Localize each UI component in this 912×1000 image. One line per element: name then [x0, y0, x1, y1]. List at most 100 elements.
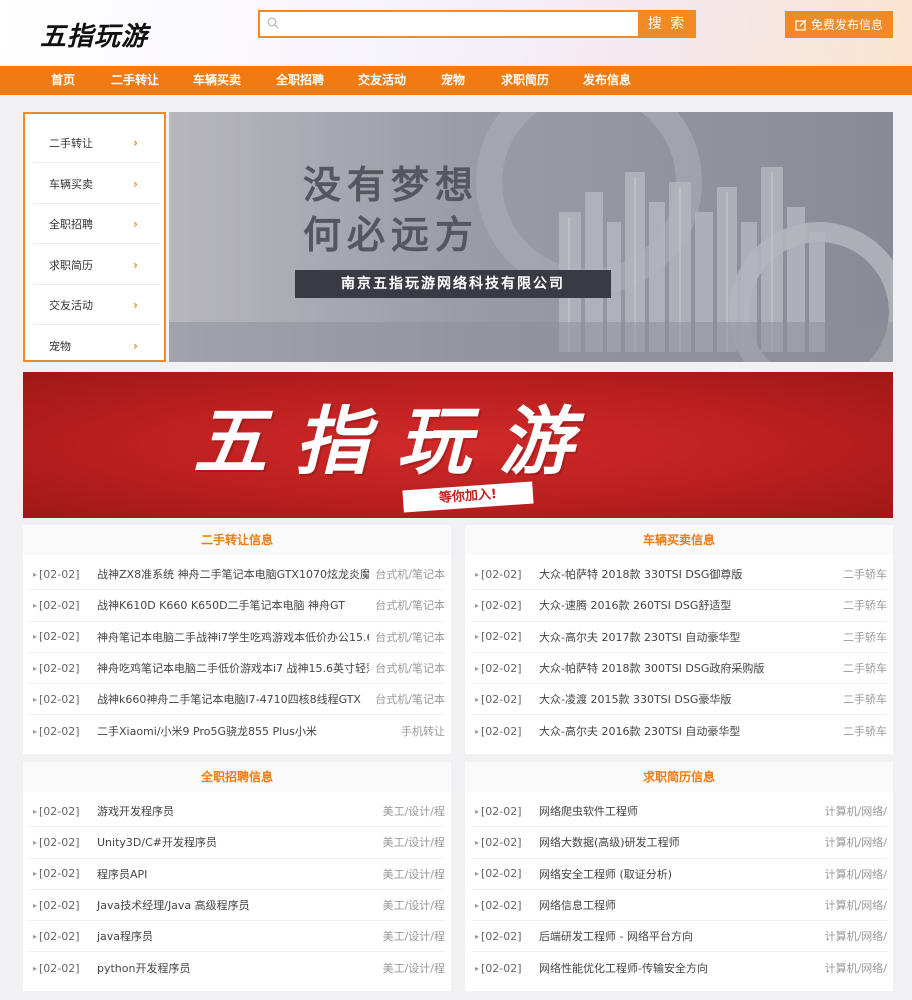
list-item[interactable]: ▸ [02-02] 程序员API 美工/设计/程: [29, 859, 445, 890]
list-item[interactable]: ▸ [02-02] 大众-帕萨特 2018款 330TSI DSG御尊版 二手轿车: [471, 559, 887, 591]
item-title[interactable]: 网络性能优化工程师-传输安全方向: [531, 960, 819, 976]
search-button[interactable]: 搜 索: [638, 10, 696, 38]
item-date: [02-02]: [39, 867, 80, 881]
list-item[interactable]: ▸ [02-02] java程序员 美工/设计/程: [29, 921, 445, 953]
list-item[interactable]: ▸ [02-02] 大众-凌渡 2015款 330TSI DSG豪华版 二手轿车: [471, 684, 887, 716]
side-item-pets[interactable]: 宠物 ›: [33, 326, 160, 366]
item-title[interactable]: 战神ZX8准系统 神舟二手笔记本电脑GTX1070炫龙炎魔T: [89, 566, 369, 582]
item-title[interactable]: 网络信息工程师: [531, 897, 819, 913]
item-title[interactable]: 大众-高尔夫 2017款 230TSI 自动豪华型: [531, 629, 837, 645]
nav-item-social[interactable]: 交友活动: [358, 66, 406, 95]
item-title[interactable]: 网络安全工程师 (取证分析): [531, 866, 819, 882]
item-category: 计算机/网络/: [824, 805, 887, 819]
list-item[interactable]: ▸ [02-02] 战神k660神舟二手笔记本电脑I7-4710四核8线程GTX 台式…: [29, 684, 445, 716]
item-title[interactable]: 大众-速腾 2016款 260TSI DSG舒适型: [531, 597, 837, 613]
item-title[interactable]: 神舟吃鸡笔记本电脑二手低价游戏本i7 战神15.6英寸轻薄便: [89, 660, 369, 676]
banner-line2: 何必远方: [303, 212, 480, 257]
item-category: 美工/设计/程: [382, 930, 445, 944]
chevron-right-icon: ›: [133, 297, 138, 312]
list-item[interactable]: ▸ [02-02] 后端研发工程师 - 网络平台方向 计算机/网络/: [471, 921, 887, 953]
list-item[interactable]: ▸ [02-02] Java技术经理/Java 高级程序员 美工/设计/程: [29, 890, 445, 922]
list-item[interactable]: ▸ [02-02] 网络性能优化工程师-传输安全方向 计算机/网络/: [471, 952, 887, 983]
list-item[interactable]: ▸ [02-02] 大众-高尔夫 2016款 230TSI 自动豪华型 二手轿车: [471, 715, 887, 746]
item-category: 二手轿车: [843, 599, 887, 613]
publish-button[interactable]: 免费发布信息: [785, 11, 893, 38]
search-input[interactable]: [258, 10, 639, 38]
list-item[interactable]: ▸ [02-02] python开发程序员 美工/设计/程: [29, 952, 445, 983]
side-item-social[interactable]: 交友活动 ›: [33, 285, 160, 325]
item-title[interactable]: 网络大数据(高级)研发工程师: [531, 834, 819, 850]
list-item[interactable]: ▸ [02-02] Unity3D/C#开发程序员 美工/设计/程: [29, 827, 445, 859]
bullet-icon: ▸: [475, 900, 480, 910]
bullet-icon: ▸: [475, 569, 480, 579]
promo-banner[interactable]: 五指玩游 等你加入!: [23, 372, 893, 518]
bullet-icon: ▸: [475, 869, 480, 879]
hero-banner[interactable]: 没有梦想 何必远方 南京五指玩游网络科技有限公司: [169, 112, 893, 362]
item-title[interactable]: Unity3D/C#开发程序员: [89, 834, 377, 850]
list-item[interactable]: ▸ [02-02] 网络爬虫软件工程师 计算机/网络/: [471, 796, 887, 828]
item-category: 台式机/笔记本: [375, 599, 445, 613]
publish-button-label: 免费发布信息: [810, 18, 883, 32]
list-item[interactable]: ▸ [02-02] 神舟笔记本电脑二手战神i7学生吃鸡游戏本低价办公15.6寸轻 台式…: [29, 622, 445, 653]
list-item[interactable]: ▸ [02-02] 大众-帕萨特 2018款 300TSI DSG政府采购版 二手轿车: [471, 653, 887, 685]
bullet-icon: ▸: [33, 963, 38, 973]
side-item-resumes[interactable]: 求职简历 ›: [33, 245, 160, 285]
list-item[interactable]: ▸ [02-02] 战神ZX8准系统 神舟二手笔记本电脑GTX1070炫龙炎魔T 台式…: [29, 559, 445, 591]
list-item[interactable]: ▸ [02-02] 网络信息工程师 计算机/网络/: [471, 890, 887, 922]
search-bar: 搜 索: [258, 10, 696, 38]
list-item[interactable]: ▸ [02-02] 大众-高尔夫 2017款 230TSI 自动豪华型 二手轿车: [471, 622, 887, 653]
nav-item-pets[interactable]: 宠物: [441, 66, 465, 95]
list-item[interactable]: ▸ [02-02] 游戏开发程序员 美工/设计/程: [29, 796, 445, 828]
item-title[interactable]: Java技术经理/Java 高级程序员: [89, 897, 377, 913]
side-item-label: 求职简历: [49, 258, 93, 272]
item-title[interactable]: 程序员API: [89, 866, 377, 882]
panel-title[interactable]: 二手转让信息: [23, 525, 451, 555]
panel-title[interactable]: 全职招聘信息: [23, 762, 451, 792]
item-title[interactable]: 大众-帕萨特 2018款 300TSI DSG政府采购版: [531, 660, 837, 676]
bullet-icon: ▸: [33, 726, 38, 736]
item-category: 美工/设计/程: [382, 805, 445, 819]
side-item-secondhand[interactable]: 二手转让 ›: [33, 123, 160, 163]
nav-item-jobs[interactable]: 全职招聘: [276, 66, 324, 95]
list-item[interactable]: ▸ [02-02] 战神K610D K660 K650D二手笔记本电脑 神舟GT 台式…: [29, 590, 445, 622]
site-header: 五指玩游 搜 索 免费发布信息: [0, 0, 912, 66]
item-date: [02-02]: [39, 630, 80, 644]
panel-title[interactable]: 求职简历信息: [465, 762, 893, 792]
item-category: 美工/设计/程: [382, 962, 445, 976]
item-title[interactable]: 二手Xiaomi/小米9 Pro5G骁龙855 Plus小米: [89, 723, 395, 739]
item-title[interactable]: 神舟笔记本电脑二手战神i7学生吃鸡游戏本低价办公15.6寸轻: [89, 629, 369, 645]
nav-item-vehicles[interactable]: 车辆买卖: [193, 66, 241, 95]
item-title[interactable]: 大众-高尔夫 2016款 230TSI 自动豪华型: [531, 723, 837, 739]
site-logo[interactable]: 五指玩游: [40, 16, 148, 53]
list-item[interactable]: ▸ [02-02] 二手Xiaomi/小米9 Pro5G骁龙855 Plus小米 手机…: [29, 715, 445, 746]
panel-title[interactable]: 车辆买卖信息: [465, 525, 893, 555]
side-item-jobs[interactable]: 全职招聘 ›: [33, 204, 160, 244]
nav-item-publish[interactable]: 发布信息: [583, 66, 631, 95]
item-title[interactable]: 大众-帕萨特 2018款 330TSI DSG御尊版: [531, 566, 837, 582]
item-category: 计算机/网络/: [824, 962, 887, 976]
list-item[interactable]: ▸ [02-02] 网络大数据(高级)研发工程师 计算机/网络/: [471, 827, 887, 859]
item-title[interactable]: 网络爬虫软件工程师: [531, 803, 819, 819]
list-item[interactable]: ▸ [02-02] 网络安全工程师 (取证分析) 计算机/网络/: [471, 859, 887, 890]
panel-jobs: 全职招聘信息 ▸ [02-02] 游戏开发程序员 美工/设计/程 ▸ [02-02] Un…: [23, 762, 451, 991]
nav-item-resumes[interactable]: 求职简历: [501, 66, 549, 95]
bullet-icon: ▸: [33, 806, 38, 816]
item-category: 计算机/网络/: [824, 899, 887, 913]
item-title[interactable]: python开发程序员: [89, 960, 377, 976]
bullet-icon: ▸: [475, 931, 480, 941]
item-title[interactable]: 大众-凌渡 2015款 330TSI DSG豪华版: [531, 691, 837, 707]
side-item-vehicles[interactable]: 车辆买卖 ›: [33, 164, 160, 204]
nav-item-secondhand[interactable]: 二手转让: [111, 66, 159, 95]
panel-list: ▸ [02-02] 游戏开发程序员 美工/设计/程 ▸ [02-02] Unity3D/C…: [23, 792, 451, 984]
bullet-icon: ▸: [475, 694, 480, 704]
item-title[interactable]: 后端研发工程师 - 网络平台方向: [531, 928, 819, 944]
item-title[interactable]: 战神k660神舟二手笔记本电脑I7-4710四核8线程GTX: [89, 691, 369, 707]
item-title[interactable]: java程序员: [89, 928, 377, 944]
list-item[interactable]: ▸ [02-02] 大众-速腾 2016款 260TSI DSG舒适型 二手轿车: [471, 590, 887, 622]
item-date: [02-02]: [39, 804, 80, 818]
list-item[interactable]: ▸ [02-02] 神舟吃鸡笔记本电脑二手低价游戏本i7 战神15.6英寸轻薄便 台式…: [29, 653, 445, 685]
item-title[interactable]: 游戏开发程序员: [89, 803, 377, 819]
item-title[interactable]: 战神K610D K660 K650D二手笔记本电脑 神舟GT: [89, 597, 369, 613]
bullet-icon: ▸: [475, 663, 480, 673]
nav-item-home[interactable]: 首页: [51, 66, 75, 95]
